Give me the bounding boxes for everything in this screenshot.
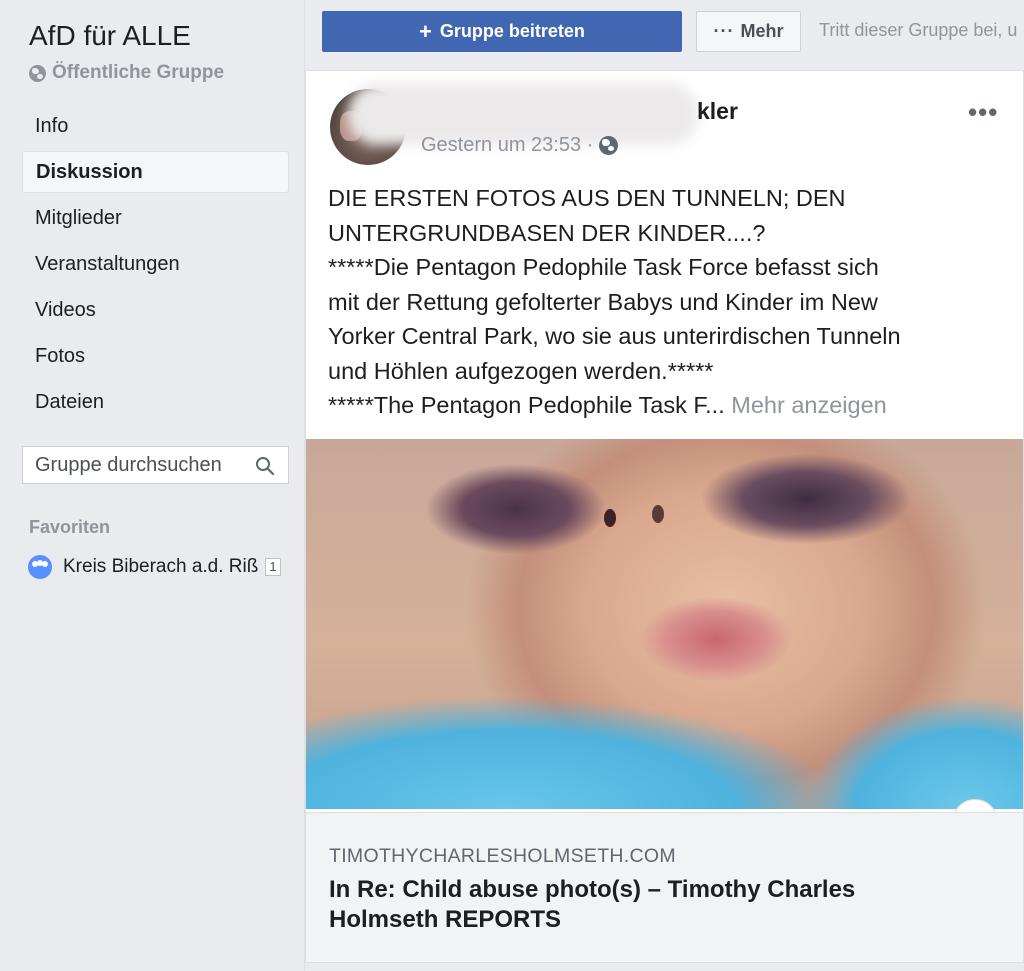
favorite-group-label: Kreis Biberach a.d. Riß [63,556,259,577]
post-line: und Höhlen aufgezogen werden.***** [328,357,714,384]
see-more-link[interactable]: Mehr anzeigen [731,392,886,418]
join-group-label: Gruppe beitreten [439,21,585,41]
more-label: Mehr [740,21,784,41]
group-search [22,446,289,484]
more-dots-icon: ··· [713,21,735,41]
nav-item-videos[interactable]: Videos [22,289,289,331]
post-line: *****Die Pentagon Pedophile Task Force b… [328,254,879,280]
group-title[interactable]: AfD für ALLE [29,20,191,52]
favorite-group-link[interactable]: Kreis Biberach a.d. Riß 1 [28,555,281,579]
post-line-truncated: *****The Pentagon Pedophile Task F... Me… [328,388,1018,423]
author-name[interactable]: kler [697,98,738,125]
group-privacy-label: Öffentliche Gruppe [52,62,225,83]
group-search-input[interactable] [35,453,245,477]
favorites-header: Favoriten [29,517,111,537]
post-line: UNTERGRUNDBASEN DER KINDER....? [328,219,766,246]
join-hint: Tritt dieser Gruppe bei, u [819,20,1018,40]
notification-badge: 1 [265,558,281,576]
nav-item-veranstaltungen[interactable]: Veranstaltungen [22,243,289,285]
plus-icon: + [419,18,432,44]
post-options-icon[interactable]: ••• [968,99,998,125]
nav-item-mitglieder[interactable]: Mitglieder [22,197,289,239]
group-nav: Info Diskussion Mitglieder Veranstaltung… [22,105,289,427]
group-privacy: Öffentliche Gruppe [29,62,224,84]
nav-item-diskussion[interactable]: Diskussion [22,151,289,193]
post-line: *****The Pentagon Pedophile Task F... [328,392,725,418]
feed-post: kler Gestern um 23:53 · ••• DIE ERSTEN F… [305,70,1024,963]
nav-item-info[interactable]: Info [22,105,289,147]
post-timestamp: Gestern um 23:53 · [421,134,619,157]
nav-item-fotos[interactable]: Fotos [22,335,289,377]
link-preview-image[interactable] [306,439,1023,809]
link-title[interactable]: In Re: Child abuse photo(s) – Timothy Ch… [329,875,969,935]
post-time[interactable]: Gestern um 23:53 · [421,134,593,157]
search-icon[interactable] [255,456,275,476]
post-line: mit der Rettung gefolterter Babys und Ki… [328,288,878,315]
globe-icon [599,136,619,155]
post-message: DIE ERSTEN FOTOS AUS DEN TUNNELN; DEN UN… [328,181,1018,423]
image-detail [652,505,664,523]
nav-item-dateien[interactable]: Dateien [22,381,289,423]
image-blanket [306,649,1023,809]
image-detail [604,509,616,527]
more-button[interactable]: ··· Mehr [696,11,801,52]
link-domain: TIMOTHYCHARLESHOLMSETH.COM [329,845,676,867]
post-line: DIE ERSTEN FOTOS AUS DEN TUNNELN; DEN [328,185,846,211]
join-group-button[interactable]: + Gruppe beitreten [322,11,682,52]
link-preview-meta[interactable]: TIMOTHYCHARLESHOLMSETH.COM In Re: Child … [306,812,1023,962]
globe-icon [29,64,46,82]
group-icon [28,555,52,579]
group-sidebar: AfD für ALLE Öffentliche Gruppe Info Dis… [0,0,305,971]
post-line: Yorker Central Park, wo sie aus unterird… [328,323,901,349]
